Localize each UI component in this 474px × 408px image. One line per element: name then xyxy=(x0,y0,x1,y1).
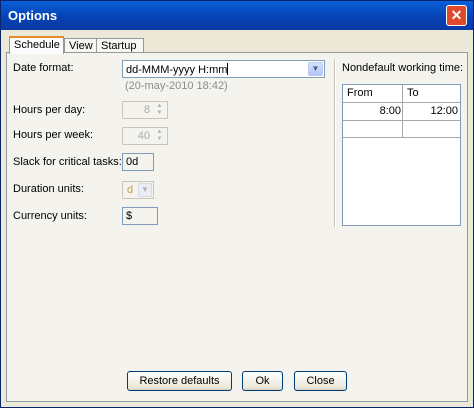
slack-value: 0d xyxy=(126,156,139,168)
column-header-to: To xyxy=(407,87,419,99)
chevron-down-icon[interactable]: ▼ xyxy=(138,183,152,197)
tab-view[interactable]: View xyxy=(64,38,97,53)
column-divider xyxy=(334,59,336,227)
tab-schedule[interactable]: Schedule xyxy=(9,36,64,54)
duration-units-select[interactable]: d ▼ xyxy=(122,181,154,199)
window-title: Options xyxy=(8,8,58,23)
hours-per-week-label: Hours per week: xyxy=(13,129,94,141)
to-cell[interactable] xyxy=(403,120,458,137)
options-dialog: Options ✕ View Startup Schedule Date for… xyxy=(0,0,474,408)
close-window-button[interactable]: ✕ xyxy=(446,5,467,26)
ok-button[interactable]: Ok xyxy=(242,371,283,391)
slack-field[interactable]: 0d xyxy=(122,153,154,171)
currency-units-field[interactable]: $ xyxy=(122,207,158,225)
column-header-from: From xyxy=(347,87,373,99)
from-cell[interactable] xyxy=(343,120,401,137)
slack-label: Slack for critical tasks: xyxy=(13,156,122,168)
close-button[interactable]: Close xyxy=(294,371,347,391)
title-bar[interactable]: Options ✕ xyxy=(1,1,473,30)
date-format-input[interactable]: dd-MMM-yyyy H:mm xyxy=(126,63,229,76)
hours-per-day-value: 8 xyxy=(143,104,150,116)
hours-per-week-value: 40 xyxy=(137,130,150,142)
hours-per-day-label: Hours per day: xyxy=(13,104,86,116)
date-format-label: Date format: xyxy=(13,62,74,74)
chevron-down-icon[interactable]: ▼ xyxy=(308,62,323,76)
working-time-label: Nondefault working time: xyxy=(342,62,464,74)
date-format-example: (20-may-2010 18:42) xyxy=(125,80,228,92)
to-cell[interactable]: 12:00 xyxy=(403,103,458,120)
currency-units-value: $ xyxy=(126,210,133,222)
hours-per-day-spinner[interactable]: 8 ▲ ▼ xyxy=(122,101,168,119)
column-separator xyxy=(402,85,403,137)
tab-startup[interactable]: Startup xyxy=(96,38,144,53)
working-time-table[interactable]: From To 8:00 12:00 xyxy=(342,84,461,226)
restore-defaults-button[interactable]: Restore defaults xyxy=(127,371,232,391)
hours-per-week-spinner[interactable]: 40 ▲ ▼ xyxy=(122,127,168,145)
duration-units-value: d xyxy=(127,184,134,196)
close-icon: ✕ xyxy=(450,7,463,23)
currency-units-label: Currency units: xyxy=(13,210,87,222)
from-cell[interactable]: 8:00 xyxy=(343,103,401,120)
duration-units-label: Duration units: xyxy=(13,183,84,195)
spinner-arrows-icon[interactable]: ▲ ▼ xyxy=(153,129,166,143)
date-format-combobox[interactable]: dd-MMM-yyyy H:mm ▼ xyxy=(122,60,325,78)
spinner-arrows-icon[interactable]: ▲ ▼ xyxy=(153,103,166,117)
